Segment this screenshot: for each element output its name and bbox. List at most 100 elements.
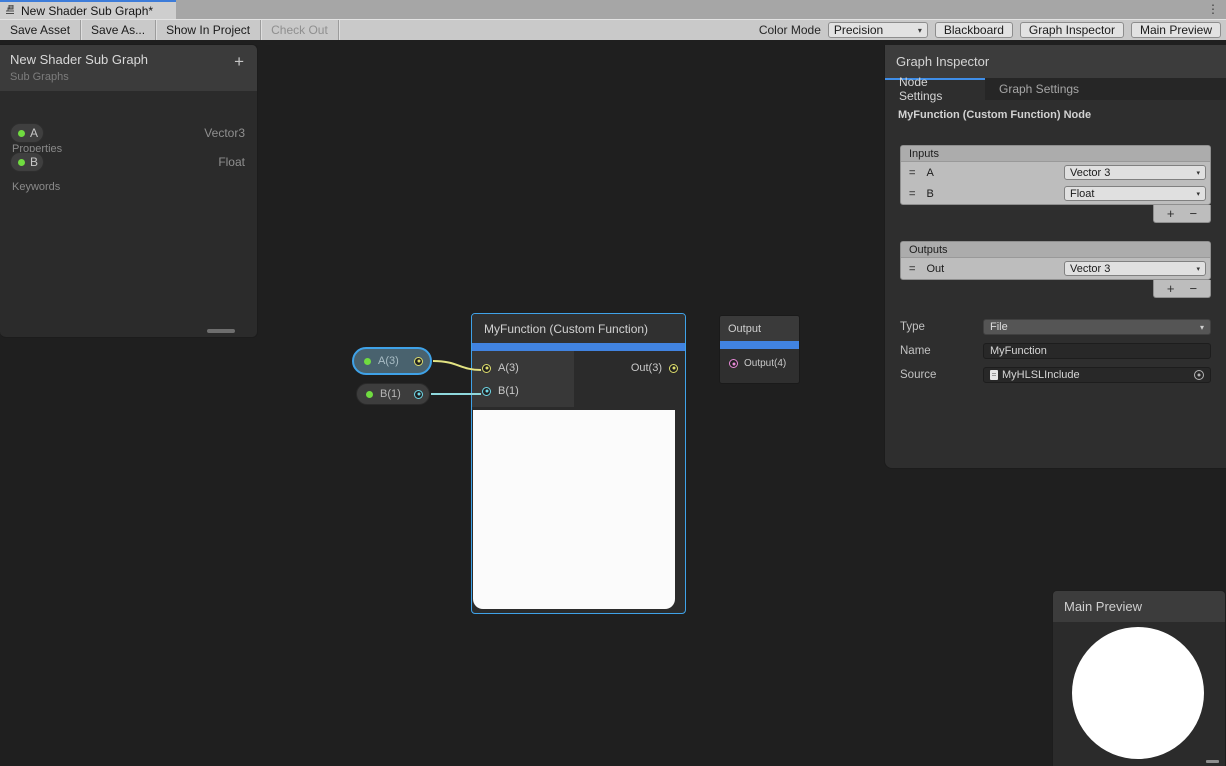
output-node[interactable]: Output Output(4)	[719, 315, 800, 384]
property-node-label: B(1)	[380, 388, 401, 400]
inspector-header[interactable]: Graph Inspector	[885, 45, 1226, 78]
output-type-value: Vector 3	[1070, 263, 1110, 275]
inputs-row-b[interactable]: = B Float ▾	[901, 183, 1210, 204]
add-output-button[interactable]: +	[1167, 281, 1175, 297]
object-picker-icon[interactable]	[1194, 370, 1204, 380]
preview-resize-handle[interactable]	[1206, 760, 1219, 763]
graph-inspector-panel: Graph Inspector Node Settings Graph Sett…	[884, 45, 1226, 469]
precision-color-bar	[472, 343, 685, 351]
blackboard-subtitle: Sub Graphs	[10, 71, 247, 83]
chevron-down-icon: ▾	[1196, 265, 1200, 273]
property-row-b: B Float	[10, 152, 245, 172]
remove-output-button[interactable]: −	[1190, 281, 1198, 297]
inputs-list-footer: + −	[1153, 205, 1211, 223]
chevron-down-icon: ▾	[1196, 169, 1200, 177]
type-value: File	[990, 321, 1008, 333]
input-type-dropdown[interactable]: Vector 3 ▾	[1064, 165, 1206, 180]
source-field-row: Source MyHLSLInclude	[900, 367, 1211, 383]
inspector-tabs: Node Settings Graph Settings	[885, 78, 1226, 100]
tab-graph-settings[interactable]: Graph Settings	[985, 78, 1093, 100]
type-dropdown[interactable]: File ▾	[983, 319, 1211, 335]
name-value: MyFunction	[990, 345, 1047, 357]
color-mode-value: Precision	[834, 23, 883, 37]
window-menu-icon[interactable]: ⋮	[1207, 1, 1219, 18]
keywords-section-label: Keywords	[12, 181, 60, 193]
color-mode-label: Color Mode	[759, 23, 821, 37]
source-value: MyHLSLInclude	[1002, 369, 1080, 381]
property-pill-a[interactable]: A	[10, 123, 44, 143]
add-property-button[interactable]: +	[234, 52, 244, 72]
property-name: A	[30, 126, 38, 140]
remove-input-button[interactable]: −	[1190, 206, 1198, 222]
output-type-dropdown[interactable]: Vector 3 ▾	[1064, 261, 1206, 276]
node-title: Output	[720, 316, 799, 341]
blackboard-toggle-button[interactable]: Blackboard	[935, 22, 1013, 38]
shader-graph-window: New Shader Sub Graph* ⋮ Save Asset Save …	[0, 0, 1226, 766]
tab-shader-sub-graph[interactable]: New Shader Sub Graph*	[0, 0, 176, 19]
node-settings-heading: MyFunction (Custom Function) Node	[898, 109, 1091, 121]
source-label: Source	[900, 369, 983, 381]
save-as-button[interactable]: Save As...	[81, 20, 156, 40]
inputs-list-box: Inputs = A Vector 3 ▾ = B Float ▾	[900, 145, 1211, 205]
port-input-b[interactable]	[482, 387, 491, 396]
port-label: B(1)	[498, 385, 519, 397]
check-out-button: Check Out	[261, 20, 339, 40]
property-node-b[interactable]: B(1)	[356, 383, 430, 405]
input-name: A	[926, 167, 933, 179]
custom-function-node[interactable]: MyFunction (Custom Function) A(3) B(1) O…	[471, 313, 686, 614]
exposed-dot-icon	[366, 391, 373, 398]
blackboard-title: New Shader Sub Graph	[10, 52, 247, 67]
main-preview-toggle-button[interactable]: Main Preview	[1131, 22, 1221, 38]
outputs-list: Outputs = Out Vector 3 ▾ + −	[900, 241, 1211, 298]
precision-color-bar	[720, 341, 799, 349]
input-row-b: B(1)	[482, 385, 519, 397]
add-input-button[interactable]: +	[1167, 206, 1175, 222]
toolbar: Save Asset Save As... Show In Project Ch…	[0, 19, 1226, 40]
port-b-output[interactable]	[414, 390, 423, 399]
port-label: Out(3)	[631, 362, 662, 374]
property-node-label: A(3)	[378, 355, 399, 367]
drag-handle-icon[interactable]: =	[909, 188, 915, 200]
port-output-out[interactable]	[669, 364, 678, 373]
name-input[interactable]: MyFunction	[983, 343, 1211, 359]
blackboard-resize-handle[interactable]	[207, 329, 235, 333]
show-in-project-button[interactable]: Show In Project	[156, 20, 261, 40]
port-label: Output(4)	[744, 358, 786, 369]
port-output-4[interactable]	[729, 359, 738, 368]
type-label: Type	[900, 321, 983, 333]
blackboard-panel: New Shader Sub Graph Sub Graphs + Proper…	[0, 44, 258, 338]
property-row-a: A Vector3	[10, 123, 245, 143]
output-name: Out	[926, 263, 944, 275]
input-type-dropdown[interactable]: Float ▾	[1064, 186, 1206, 201]
input-name: B	[926, 188, 933, 200]
drag-handle-icon[interactable]: =	[909, 167, 915, 179]
save-asset-button[interactable]: Save Asset	[0, 20, 81, 40]
property-type: Vector3	[204, 126, 245, 140]
main-preview-header[interactable]: Main Preview	[1053, 591, 1225, 622]
input-row-a: A(3)	[482, 362, 519, 374]
outputs-list-box: Outputs = Out Vector 3 ▾	[900, 241, 1211, 280]
exposed-dot-icon	[18, 130, 25, 137]
inputs-list-title: Inputs	[901, 146, 1210, 162]
property-pill-b[interactable]: B	[10, 152, 44, 172]
input-type-value: Float	[1070, 188, 1094, 200]
outputs-row-out[interactable]: = Out Vector 3 ▾	[901, 258, 1210, 279]
source-object-field[interactable]: MyHLSLInclude	[983, 367, 1211, 383]
inputs-list: Inputs = A Vector 3 ▾ = B Float ▾	[900, 145, 1211, 223]
drag-handle-icon[interactable]: =	[909, 263, 915, 275]
port-input-a[interactable]	[482, 364, 491, 373]
chevron-down-icon: ▾	[1200, 323, 1204, 332]
property-node-a[interactable]: A(3)	[352, 347, 432, 375]
color-mode-dropdown[interactable]: Precision ▾	[828, 22, 928, 38]
tab-node-settings[interactable]: Node Settings	[885, 78, 985, 100]
port-a-output[interactable]	[414, 357, 423, 366]
blackboard-header[interactable]: New Shader Sub Graph Sub Graphs +	[0, 45, 257, 91]
output-row-out: Out(3)	[631, 362, 678, 374]
preview-sphere	[1072, 627, 1204, 759]
tab-title: New Shader Sub Graph*	[21, 4, 153, 18]
inputs-row-a[interactable]: = A Vector 3 ▾	[901, 162, 1210, 183]
name-label: Name	[900, 345, 983, 357]
node-port-area: A(3) B(1) Out(3)	[472, 351, 685, 410]
tab-bar: New Shader Sub Graph* ⋮	[0, 0, 1226, 19]
graph-inspector-toggle-button[interactable]: Graph Inspector	[1020, 22, 1124, 38]
